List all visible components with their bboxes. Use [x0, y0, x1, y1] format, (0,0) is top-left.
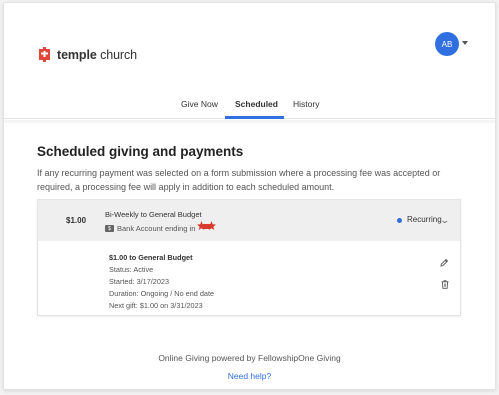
- divider: [4, 120, 495, 123]
- detail-duration: Duration: Ongoing / No end date: [109, 289, 215, 298]
- tab-bar: Give Now Scheduled History: [4, 91, 495, 119]
- church-name: temple church: [57, 47, 137, 62]
- gift-amount: $1.00: [66, 216, 87, 225]
- bank-account-label: Bank Account ending in: [117, 224, 196, 233]
- tab-history[interactable]: History: [293, 99, 319, 109]
- need-help-link[interactable]: Need help?: [4, 371, 495, 381]
- gift-details: $1.00 to General Budget Status: Active S…: [109, 252, 214, 312]
- chevron-down-icon[interactable]: [462, 41, 468, 45]
- detail-title: $1.00 to General Budget: [109, 253, 193, 262]
- chevron-down-icon[interactable]: ⌄: [439, 215, 450, 226]
- trash-icon[interactable]: [441, 276, 449, 294]
- church-logo[interactable]: temple church: [37, 46, 137, 63]
- recurring-status: Recurring: [407, 215, 442, 224]
- detail-next-gift: Next gift: $1.00 on 3/31/2023: [109, 301, 203, 310]
- scheduled-gift-header[interactable]: $1.00 Bi-Weekly to General Budget $ Bank…: [38, 200, 460, 241]
- tab-give-now[interactable]: Give Now: [181, 99, 218, 109]
- payment-method: $ Bank Account ending in: [105, 221, 217, 235]
- user-avatar[interactable]: AB: [435, 32, 459, 56]
- bank-icon: $: [105, 225, 114, 232]
- detail-status: Status: Active: [109, 265, 154, 274]
- active-tab-indicator: [225, 116, 284, 119]
- powered-by-text: Online Giving powered by FellowshipOne G…: [158, 353, 341, 363]
- tab-scheduled[interactable]: Scheduled: [235, 99, 278, 109]
- page-description: If any recurring payment was selected on…: [37, 168, 441, 192]
- redaction-mark-icon: [197, 221, 217, 234]
- status-dot: [397, 218, 402, 223]
- page-title: Scheduled giving and payments: [37, 144, 244, 159]
- detail-started: Started: 3/17/2023: [109, 277, 170, 286]
- gift-schedule-title: Bi-Weekly to General Budget: [105, 210, 202, 219]
- edit-pencil-icon[interactable]: [440, 254, 449, 272]
- main-card: temple church AB Give Now Scheduled Hist…: [3, 2, 496, 390]
- scheduled-gift-card: $1.00 Bi-Weekly to General Budget $ Bank…: [37, 199, 461, 316]
- church-logo-icon: [37, 46, 52, 63]
